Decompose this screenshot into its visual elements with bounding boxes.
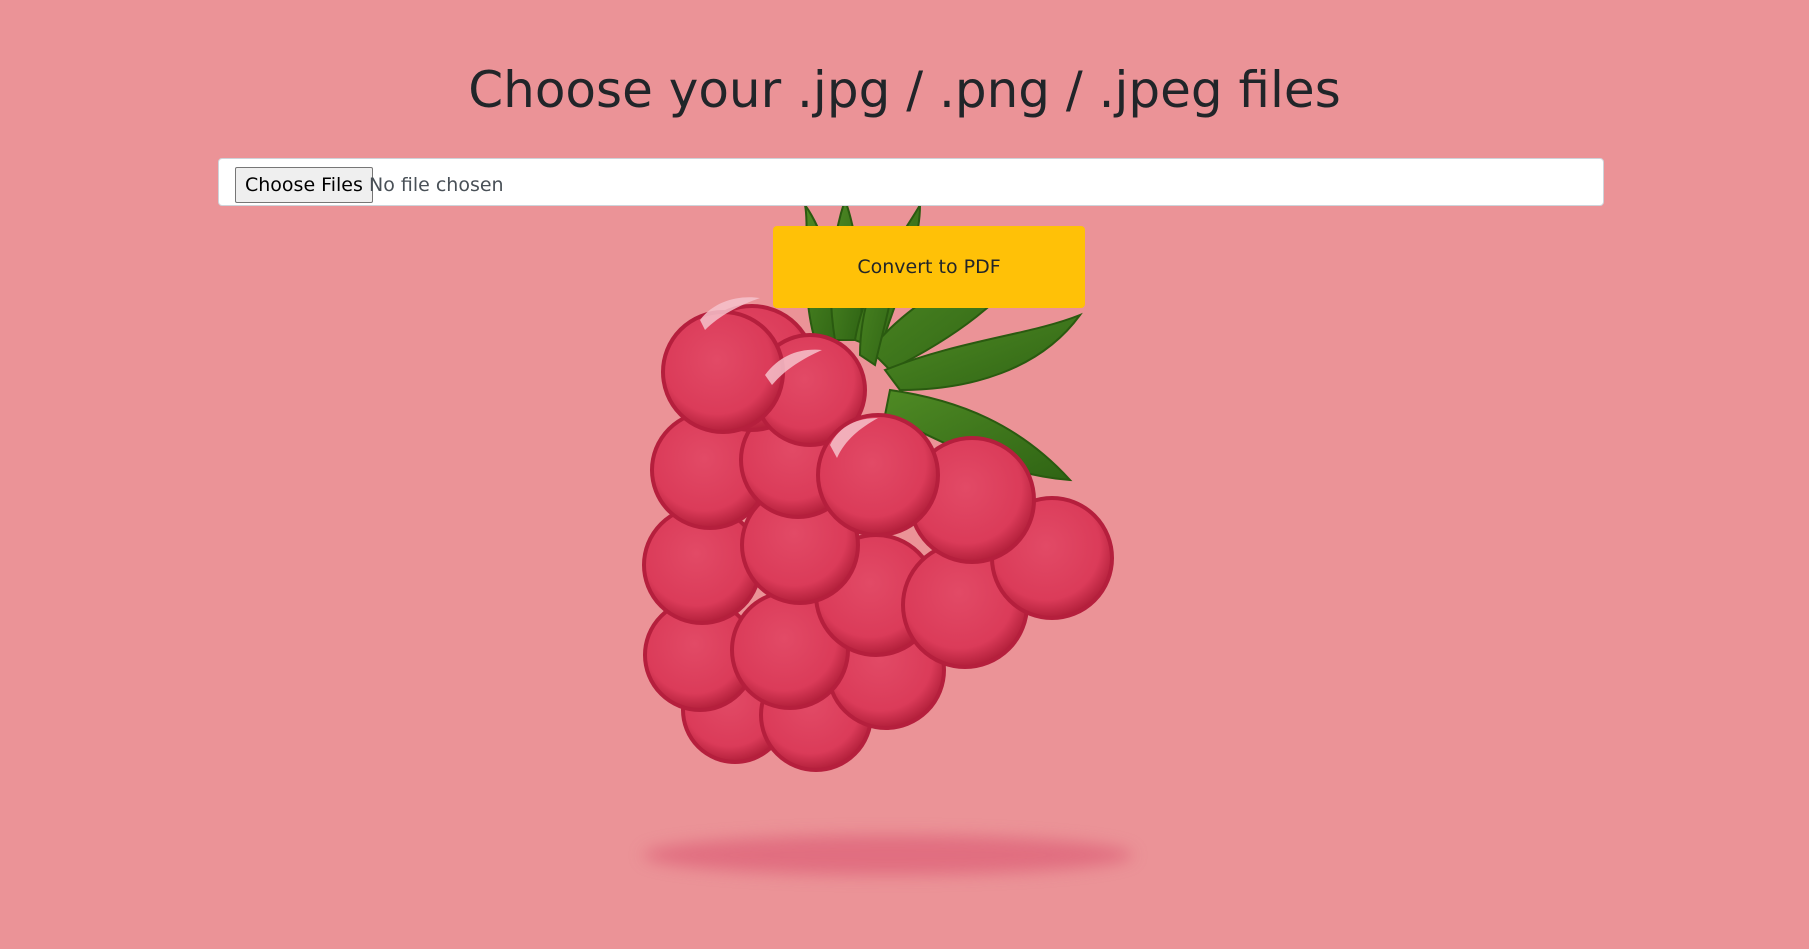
file-status-text: No file chosen (369, 174, 504, 196)
convert-to-pdf-button[interactable]: Convert to PDF (773, 226, 1085, 308)
file-input[interactable]: Choose Files No file chosen (218, 158, 1604, 206)
page-title: Choose your .jpg / .png / .jpeg files (468, 61, 1341, 119)
raspberry-drupelets (642, 304, 1114, 772)
choose-files-button[interactable]: Choose Files (235, 167, 373, 203)
raspberry-shadow (643, 835, 1133, 875)
page-background: Choose your .jpg / .png / .jpeg files Ch… (0, 0, 1809, 949)
